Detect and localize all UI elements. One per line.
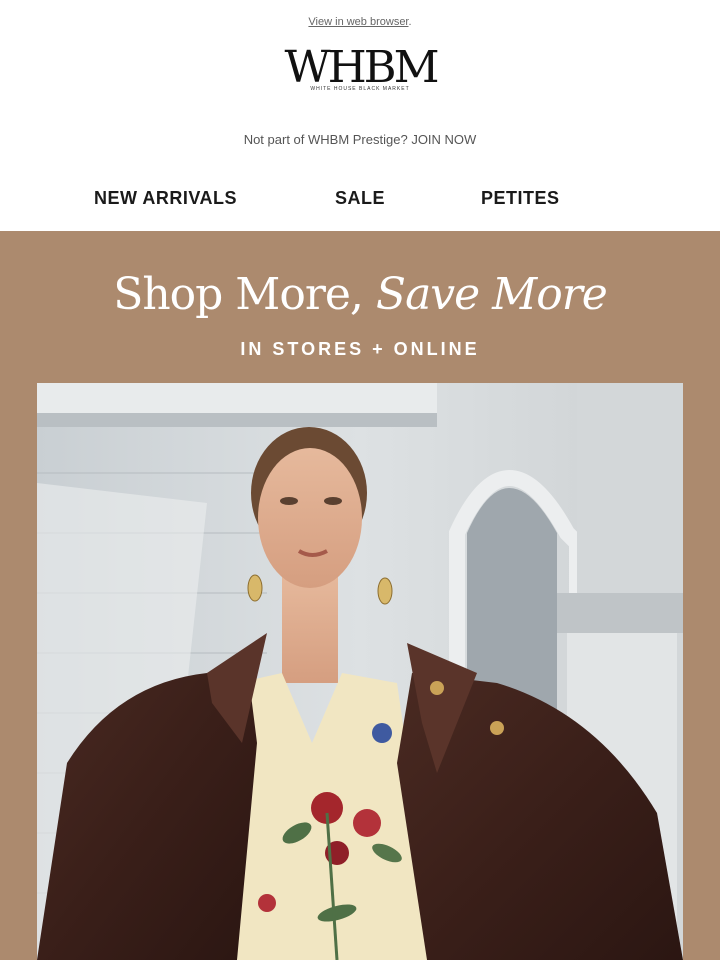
hero-title-regular: Shop More,	[113, 269, 364, 320]
hero-subtitle: IN STORES + ONLINE	[240, 339, 480, 359]
nav-new-arrivals[interactable]: NEW ARRIVALS	[94, 188, 237, 209]
browser-link-period: .	[408, 16, 412, 28]
prestige-banner: Not part of WHBM Prestige? JOIN NOW	[0, 132, 720, 147]
hero-title: Shop More, Save More	[0, 267, 720, 323]
nav-sale[interactable]: SALE	[335, 188, 385, 209]
hero-model-photo[interactable]	[37, 383, 683, 960]
nav-petites[interactable]: PETITES	[481, 188, 560, 209]
view-in-browser-link[interactable]: View in web browser	[308, 16, 408, 28]
logo[interactable]: WHBM WHITE HOUSE BLACK MARKET	[0, 42, 720, 93]
logo-wordmark: WHBM	[284, 42, 439, 93]
hero-banner[interactable]: Shop More, Save More IN STORES + ONLINE	[0, 231, 720, 960]
model-photo-illustration	[37, 383, 683, 960]
browser-link-row: View in web browser.	[0, 16, 720, 28]
prestige-text: Not part of WHBM Prestige?	[243, 132, 408, 147]
main-nav: NEW ARRIVALS SALE PETITES	[0, 188, 720, 214]
hero-title-italic: Save More	[375, 269, 608, 320]
join-now-link[interactable]: JOIN NOW	[411, 132, 476, 147]
